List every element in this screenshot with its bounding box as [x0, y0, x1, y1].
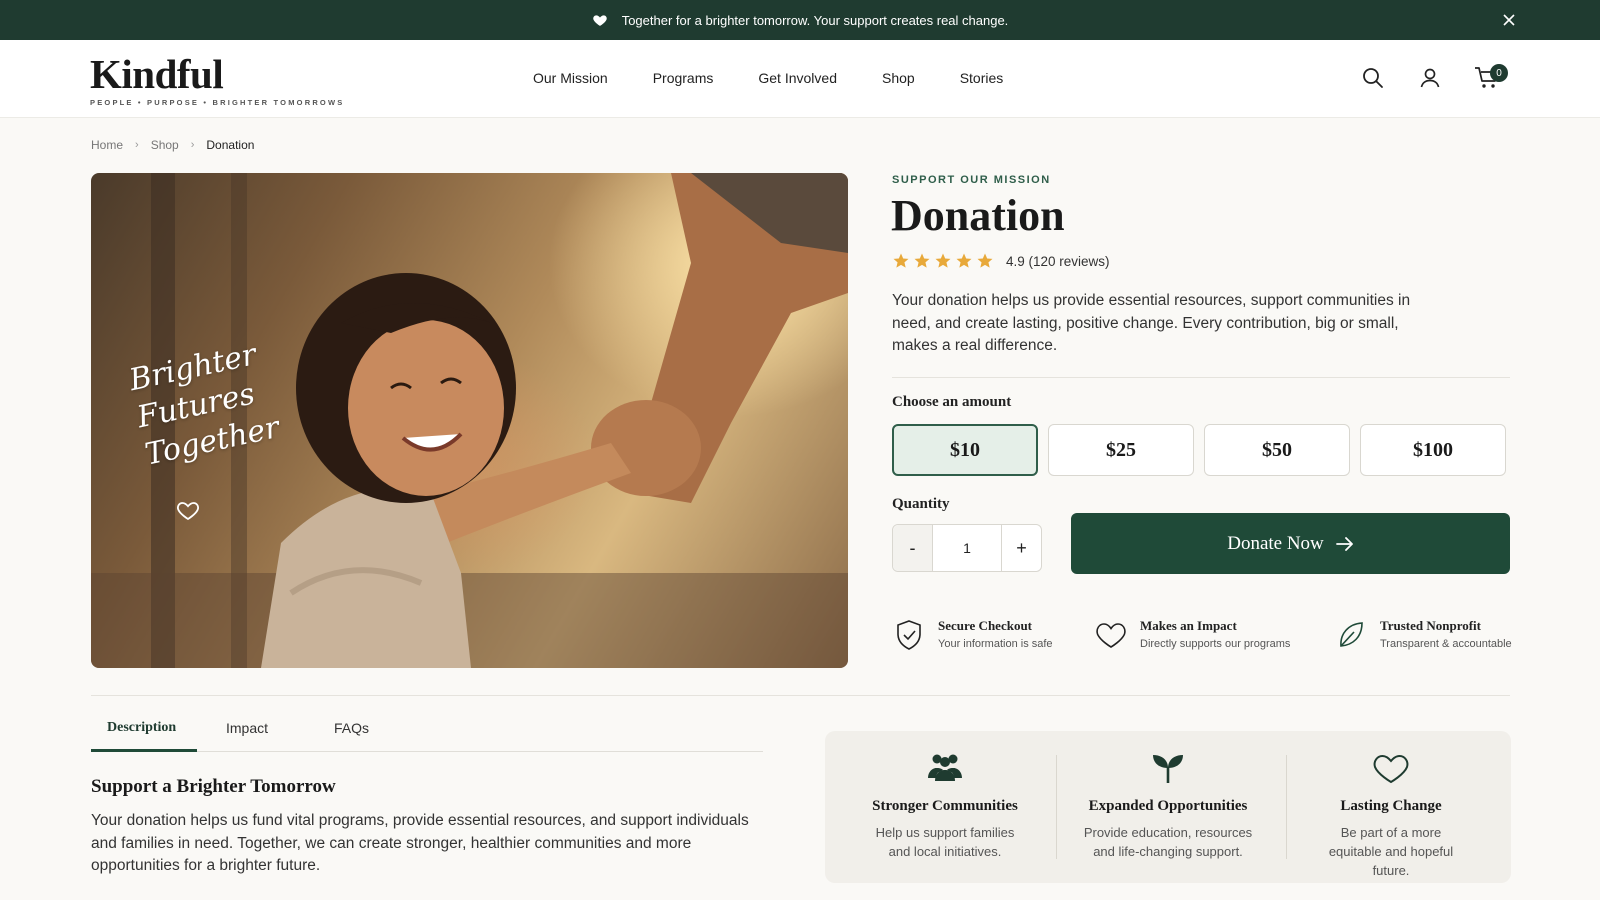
nav-item-programs[interactable]: Programs — [653, 70, 714, 86]
heart-outline-icon — [1373, 754, 1409, 784]
impact-card: Stronger Communities Help us support fam… — [825, 731, 1511, 883]
breadcrumb-home[interactable]: Home — [91, 138, 123, 152]
tab-impact[interactable]: Impact — [226, 720, 268, 736]
quantity-label: Quantity — [892, 496, 950, 512]
quantity-decrement-button[interactable]: - — [893, 525, 933, 571]
announcement-text: Together for a brighter tomorrow. Your s… — [621, 12, 1009, 28]
logo[interactable]: Kindful PEOPLE • PURPOSE • BRIGHTER TOMO… — [90, 52, 344, 107]
star-icon — [956, 253, 972, 268]
search-icon[interactable] — [1361, 66, 1387, 92]
chevron-right-icon: › — [190, 139, 195, 151]
shield-check-icon — [897, 620, 921, 650]
page-title: Donation — [891, 191, 1065, 240]
trust-badge-impact: Makes an Impact Directly supports our pr… — [1094, 618, 1290, 652]
rating-text: 4.9 (120 reviews) — [1006, 253, 1110, 269]
impact-text: Be part of a more equitable and hopeful … — [1328, 825, 1454, 878]
divider — [892, 377, 1510, 378]
main-nav: Our Mission Programs Get Involved Shop S… — [533, 70, 1048, 86]
sprout-icon — [1153, 755, 1183, 783]
donate-now-label: Donate Now — [1227, 532, 1324, 554]
trust-title: Trusted Nonprofit — [1380, 618, 1481, 633]
quantity-increment-button[interactable]: + — [1001, 525, 1041, 571]
community-icon — [928, 754, 962, 781]
trust-badge-secure: Secure Checkout Your information is safe — [892, 618, 1053, 652]
heart-icon — [592, 12, 608, 28]
divider — [91, 695, 1510, 696]
nav-item-our-mission[interactable]: Our Mission — [533, 70, 608, 86]
product-description: Your donation helps us provide essential… — [892, 292, 1411, 354]
breadcrumb-current: Donation — [206, 138, 255, 152]
trust-subtitle: Transparent & accountable — [1380, 638, 1512, 650]
user-icon[interactable] — [1418, 66, 1444, 92]
product-tabs: Description Impact FAQs — [91, 712, 763, 752]
logo-tagline: PEOPLE • PURPOSE • BRIGHTER TOMORROWS — [90, 98, 345, 107]
quantity-input[interactable]: 1 — [933, 525, 1001, 571]
impact-item-lasting-change: Lasting Change Be part of a more equitab… — [1276, 731, 1506, 883]
hero-image: Brighter Futures Together — [91, 173, 848, 668]
close-icon[interactable] — [1500, 11, 1518, 29]
trust-badge-nonprofit: Trusted Nonprofit Transparent & accounta… — [1334, 618, 1512, 652]
star-icon — [935, 253, 951, 268]
announcement-bar: Together for a brighter tomorrow. Your s… — [0, 0, 1600, 40]
cart-count-badge: 0 — [1490, 64, 1508, 82]
product-rating: 4.9 (120 reviews) — [892, 252, 1110, 270]
amount-options: $10 $25 $50 $100 — [892, 424, 1506, 476]
impact-title: Expanded Opportunities — [1088, 798, 1248, 814]
heart-icon — [1096, 623, 1126, 648]
tab-faqs[interactable]: FAQs — [334, 720, 369, 736]
trust-title: Secure Checkout — [938, 618, 1033, 633]
impact-item-opportunities: Expanded Opportunities Provide education… — [1053, 731, 1283, 883]
star-rating — [892, 252, 994, 270]
donate-now-button[interactable]: Donate Now — [1071, 513, 1510, 574]
amount-option-10[interactable]: $10 — [892, 424, 1038, 476]
amount-option-50[interactable]: $50 — [1204, 424, 1350, 476]
amount-label: Choose an amount — [892, 394, 1012, 410]
tab-description[interactable]: Description — [107, 720, 176, 736]
trust-subtitle: Directly supports our programs — [1140, 638, 1291, 650]
breadcrumb-shop[interactable]: Shop — [151, 138, 179, 152]
arrow-right-icon — [1335, 536, 1353, 551]
trust-subtitle: Your information is safe — [938, 638, 1053, 650]
quantity-stepper: - 1 + — [892, 524, 1042, 572]
logo-wordmark: Kindful — [90, 51, 224, 97]
impact-item-communities: Stronger Communities Help us support fam… — [830, 731, 1060, 883]
amount-option-25[interactable]: $25 — [1048, 424, 1194, 476]
amount-option-100[interactable]: $100 — [1360, 424, 1506, 476]
chevron-right-icon: › — [135, 139, 139, 151]
site-header: Kindful PEOPLE • PURPOSE • BRIGHTER TOMO… — [0, 40, 1600, 118]
star-icon — [893, 253, 909, 268]
impact-title: Stronger Communities — [872, 798, 1018, 814]
section-title: Support a Brighter Tomorrow — [91, 776, 336, 797]
product-eyebrow: SUPPORT OUR MISSION — [892, 174, 1051, 186]
impact-text: Provide education, resources and life-ch… — [1083, 825, 1253, 859]
leaf-icon — [1340, 622, 1363, 647]
nav-item-shop[interactable]: Shop — [882, 70, 915, 86]
nav-item-get-involved[interactable]: Get Involved — [758, 70, 837, 86]
impact-text: Help us support families and local initi… — [875, 825, 1015, 859]
active-tab-indicator — [91, 749, 197, 752]
star-icon — [977, 253, 993, 268]
section-description: Your donation helps us fund vital progra… — [91, 812, 749, 874]
trust-title: Makes an Impact — [1140, 618, 1237, 633]
impact-title: Lasting Change — [1340, 798, 1442, 814]
breadcrumb: Home › Shop › Donation — [91, 138, 254, 152]
nav-item-stories[interactable]: Stories — [960, 70, 1004, 86]
star-icon — [914, 253, 930, 268]
heart-outline-icon — [177, 502, 199, 521]
